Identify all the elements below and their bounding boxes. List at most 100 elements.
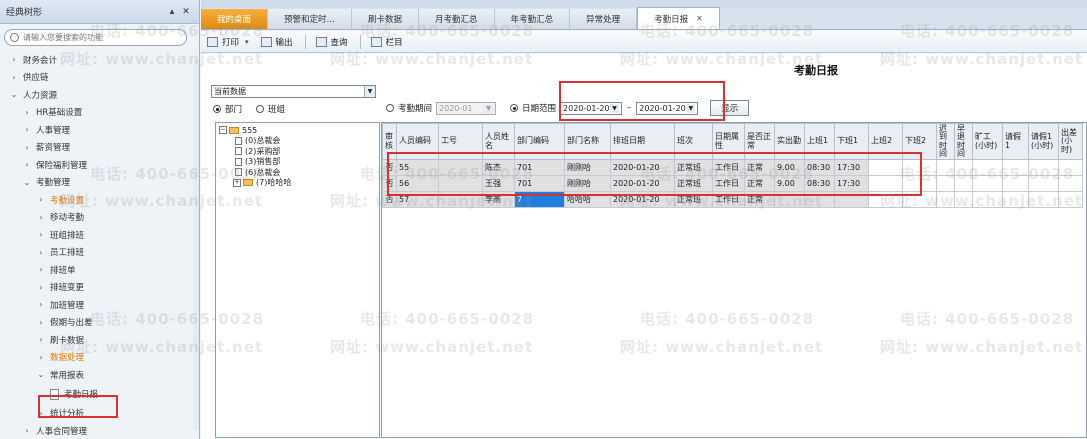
chevron-right-icon[interactable]: ›: [36, 283, 46, 292]
chevron-right-icon[interactable]: ›: [36, 213, 46, 222]
pin-icon[interactable]: ▴: [165, 7, 179, 17]
radio-period[interactable]: 考勤期间: [386, 102, 432, 114]
column-header[interactable]: 旷工(小时): [972, 123, 1003, 160]
nav-item[interactable]: › 考勤设置: [0, 191, 199, 209]
column-header[interactable]: 请假1(小时): [1028, 123, 1059, 160]
nav-item[interactable]: › 刷卡数据: [0, 331, 199, 349]
chevron-right-icon[interactable]: ›: [36, 353, 46, 362]
tab[interactable]: 刷卡数据: [352, 9, 420, 29]
org-tree-node[interactable]: (3)销售部: [219, 157, 376, 168]
chevron-right-icon[interactable]: ›: [36, 230, 46, 239]
chevron-right-icon[interactable]: ›: [36, 335, 46, 344]
nav-item[interactable]: › 排班变更: [0, 279, 199, 297]
nav-item[interactable]: › HR基础设置: [0, 104, 199, 122]
chevron-right-icon[interactable]: ›: [9, 55, 19, 64]
table-cell[interactable]: [954, 159, 973, 176]
nav-item[interactable]: › 员工排班: [0, 244, 199, 262]
table-cell[interactable]: [1028, 175, 1059, 192]
nav-scrollbar[interactable]: [193, 60, 199, 430]
chevron-right-icon[interactable]: ›: [36, 300, 46, 309]
radio-group[interactable]: 班组: [256, 103, 285, 115]
chevron-right-icon[interactable]: ›: [36, 265, 46, 274]
table-cell[interactable]: [972, 175, 1003, 192]
tab[interactable]: 月考勤汇总: [419, 9, 495, 29]
org-tree-node[interactable]: (2)采购部: [219, 146, 376, 157]
tab[interactable]: 预警和定时…: [268, 9, 353, 29]
chevron-right-icon[interactable]: ›: [36, 248, 46, 257]
chevron-right-icon[interactable]: ›: [22, 160, 32, 169]
table-cell[interactable]: [1058, 159, 1083, 176]
print-button[interactable]: 打印 ▾: [207, 36, 249, 48]
table-cell[interactable]: [972, 159, 1003, 176]
radio-dot[interactable]: [256, 105, 265, 113]
chevron-down-icon[interactable]: ⌄: [22, 178, 32, 187]
expand-icon[interactable]: +: [233, 178, 241, 187]
radio-dot[interactable]: [386, 104, 394, 112]
nav-item[interactable]: › 人事合同管理: [0, 422, 199, 439]
print-dropdown-icon[interactable]: ▾: [245, 38, 249, 46]
tab[interactable]: 异常处理: [570, 9, 638, 29]
nav-item[interactable]: › 保险福利管理: [0, 156, 199, 174]
column-header[interactable]: 迟到时间: [936, 123, 955, 160]
collapse-icon[interactable]: −: [219, 126, 227, 135]
radio-date-range[interactable]: 日期范围: [510, 102, 556, 114]
org-tree-root[interactable]: − 555: [219, 125, 376, 136]
table-cell[interactable]: [954, 191, 973, 208]
table-cell[interactable]: [1058, 191, 1083, 208]
chevron-right-icon[interactable]: ›: [22, 143, 32, 152]
table-cell[interactable]: [1058, 175, 1083, 192]
nav-item[interactable]: › 排班单: [0, 261, 199, 279]
table-cell[interactable]: [1002, 159, 1029, 176]
chevron-down-icon[interactable]: ⌄: [9, 90, 19, 99]
chevron-right-icon[interactable]: ›: [9, 73, 19, 82]
radio-department[interactable]: 部门: [213, 103, 242, 115]
nav-item[interactable]: › 班组排班: [0, 226, 199, 244]
radio-dot-selected[interactable]: [510, 104, 519, 112]
column-header[interactable]: 请假1: [1002, 123, 1029, 160]
table-cell[interactable]: [936, 191, 955, 208]
close-tab-icon[interactable]: ✕: [696, 14, 703, 23]
chevron-right-icon[interactable]: ›: [22, 108, 32, 117]
query-button[interactable]: 查询: [315, 36, 348, 48]
table-cell[interactable]: [1002, 191, 1029, 208]
function-search-box[interactable]: [4, 29, 187, 46]
nav-item[interactable]: ⌄ 考勤管理: [0, 174, 199, 192]
data-scope-select[interactable]: 当前数据 ▼: [211, 85, 376, 98]
tab[interactable]: 我的桌面: [201, 9, 269, 29]
column-header[interactable]: 出差(小时): [1058, 123, 1083, 160]
nav-item[interactable]: ⌄ 人力资源: [0, 86, 199, 104]
chevron-right-icon[interactable]: ›: [36, 318, 46, 327]
chevron-right-icon[interactable]: ›: [36, 195, 46, 204]
chevron-right-icon[interactable]: ›: [22, 426, 32, 435]
nav-item[interactable]: › 薪资管理: [0, 139, 199, 157]
nav-item[interactable]: › 加班管理: [0, 296, 199, 314]
table-cell[interactable]: [936, 159, 955, 176]
nav-item[interactable]: › 假期与出差: [0, 314, 199, 332]
table-cell[interactable]: [972, 191, 1003, 208]
tab[interactable]: 年考勤汇总: [494, 9, 571, 29]
org-tree-node[interactable]: + (7)哈哈哈: [219, 178, 376, 189]
org-tree-node[interactable]: (6)总裁会: [219, 167, 376, 178]
close-panel-icon[interactable]: ✕: [179, 7, 193, 17]
org-tree-node[interactable]: (0)总裁会: [219, 136, 376, 147]
nav-item[interactable]: › 供应链: [0, 69, 199, 87]
table-cell[interactable]: [1028, 159, 1059, 176]
nav-item[interactable]: ⌄ 常用报表: [0, 366, 199, 384]
nav-item[interactable]: › 财务会计: [0, 51, 199, 69]
function-search-input[interactable]: [23, 33, 163, 42]
tab[interactable]: 考勤日报 ✕: [637, 7, 720, 29]
export-button[interactable]: 输出: [260, 36, 293, 48]
table-cell[interactable]: [954, 175, 973, 192]
chevron-down-icon[interactable]: ▼: [364, 86, 375, 97]
chevron-down-icon[interactable]: ⌄: [36, 370, 46, 379]
table-cell[interactable]: [936, 175, 955, 192]
columns-button[interactable]: 栏目: [370, 36, 403, 48]
nav-item[interactable]: › 数据处理: [0, 349, 199, 367]
table-cell[interactable]: [1002, 175, 1029, 192]
radio-dot-selected[interactable]: [213, 105, 221, 113]
nav-item[interactable]: › 移动考勤: [0, 209, 199, 227]
column-header[interactable]: 早退时间: [954, 123, 973, 160]
table-cell[interactable]: [1028, 191, 1059, 208]
chevron-right-icon[interactable]: ›: [22, 125, 32, 134]
nav-item[interactable]: › 人事管理: [0, 121, 199, 139]
